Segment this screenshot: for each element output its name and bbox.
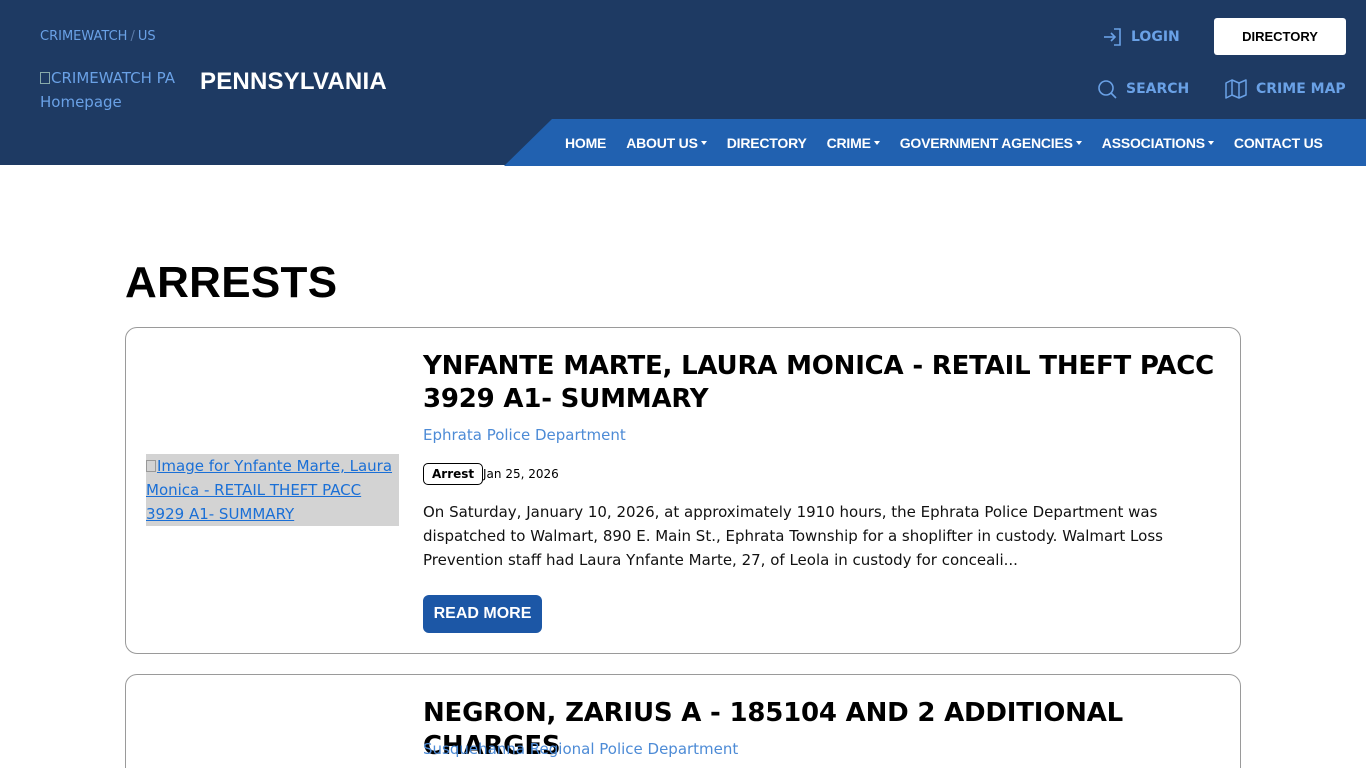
- site-header: CRIMEWATCH / US CRIMEWATCH PA Homepage PEN…: [0, 0, 1366, 166]
- broken-image-icon: [40, 72, 50, 84]
- arrest-card: Image for Ynfante Marte, Laura Monica - …: [125, 327, 1241, 654]
- nav-item-contact-us[interactable]: CONTACT US: [1234, 135, 1323, 151]
- login-link[interactable]: LOGIN: [1102, 26, 1180, 48]
- breadcrumb: CRIMEWATCH / US: [40, 29, 156, 44]
- login-label: LOGIN: [1131, 29, 1180, 45]
- caret-down-icon: [700, 140, 707, 145]
- breadcrumb-separator: /: [130, 29, 135, 44]
- page-title: ARRESTS: [125, 258, 338, 307]
- search-icon: [1098, 80, 1117, 99]
- nav-item-government-agencies[interactable]: GOVERNMENT AGENCIES: [900, 135, 1082, 151]
- search-label: SEARCH: [1126, 81, 1190, 97]
- post-date: Jan 25, 2026: [483, 467, 559, 481]
- category-badge: Arrest: [423, 463, 484, 485]
- crime-map-label: CRIME MAP: [1256, 81, 1346, 97]
- main-navigation: HOME ABOUT US DIRECTORY CRIME GOVERNMENT…: [504, 119, 1366, 166]
- directory-button[interactable]: DIRECTORY: [1214, 18, 1346, 55]
- nav-item-about-us[interactable]: ABOUT US: [626, 135, 707, 151]
- nav-list: HOME ABOUT US DIRECTORY CRIME GOVERNMENT…: [565, 119, 1343, 166]
- read-more-button[interactable]: READ MORE: [423, 595, 542, 633]
- agency-link[interactable]: Ephrata Police Department: [423, 426, 626, 444]
- thumbnail-alt-text: Image for Ynfante Marte, Laura Monica - …: [146, 457, 393, 523]
- nav-item-home[interactable]: HOME: [565, 135, 606, 151]
- site-logo-link[interactable]: CRIMEWATCH PA Homepage: [40, 66, 190, 114]
- arrest-card: NEGRON, ZARIUS A - 185104 AND 2 ADDITION…: [125, 674, 1241, 768]
- arrest-thumbnail-link[interactable]: Image for Ynfante Marte, Laura Monica - …: [146, 454, 399, 526]
- login-icon: [1104, 28, 1121, 46]
- map-icon: [1225, 79, 1247, 99]
- caret-down-icon: [1207, 140, 1214, 145]
- crime-map-link[interactable]: CRIME MAP: [1225, 78, 1346, 100]
- breadcrumb-crimewatch-link[interactable]: CRIMEWATCH: [40, 29, 127, 44]
- arrest-excerpt: On Saturday, January 10, 2026, at approx…: [423, 503, 1163, 569]
- state-name: PENNSYLVANIA: [200, 68, 387, 95]
- breadcrumb-us-link[interactable]: US: [138, 29, 156, 44]
- arrest-title[interactable]: YNFANTE MARTE, LAURA MONICA - RETAIL THE…: [423, 350, 1223, 416]
- logo-alt-text: CRIMEWATCH PA Homepage: [40, 69, 175, 111]
- agency-link[interactable]: Susquehanna Regional Police Department: [423, 740, 738, 758]
- nav-item-associations[interactable]: ASSOCIATIONS: [1102, 135, 1214, 151]
- caret-down-icon: [873, 140, 880, 145]
- search-link[interactable]: SEARCH: [1097, 78, 1189, 100]
- caret-down-icon: [1075, 140, 1082, 145]
- nav-item-directory[interactable]: DIRECTORY: [727, 135, 807, 151]
- broken-image-icon: [146, 460, 156, 472]
- nav-item-crime[interactable]: CRIME: [827, 135, 880, 151]
